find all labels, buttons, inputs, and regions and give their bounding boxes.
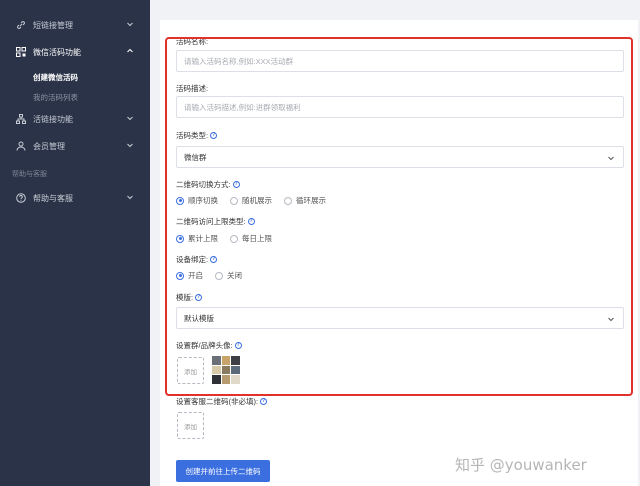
sidebar-item-members[interactable]: 会员管理 xyxy=(0,136,150,156)
radio-dot xyxy=(230,196,238,205)
radio-random[interactable]: 随机展示 xyxy=(230,195,272,206)
device-bind-radio-group: 开启 关闭 xyxy=(176,270,242,281)
sidebar-item-short-links[interactable]: 短链接管理 xyxy=(0,15,150,35)
service-qr-label: 设置客服二维码(非必填):? xyxy=(176,397,268,406)
user-icon xyxy=(15,140,26,151)
avatar-upload-button[interactable]: 添加 xyxy=(177,357,204,384)
device-bind-label: 设备绑定:? xyxy=(176,255,218,264)
chevron-down-icon xyxy=(127,143,133,148)
radio-dot xyxy=(176,196,184,205)
service-qr-upload-button[interactable]: 添加 xyxy=(177,412,204,439)
radio-dot xyxy=(284,196,292,205)
radio-cumulative-limit[interactable]: 累计上限 xyxy=(176,233,218,244)
sidebar-item-label: 帮助与客服 xyxy=(33,194,73,203)
radio-daily-limit[interactable]: 每日上限 xyxy=(230,233,272,244)
top-strip xyxy=(150,0,640,8)
sidebar-item-live-links[interactable]: 活链接功能 xyxy=(0,109,150,129)
avatar-label: 设置群/品牌头像:? xyxy=(176,341,242,350)
sidebar-group-title: 帮助与客服 xyxy=(12,171,47,178)
help-icon[interactable]: ? xyxy=(210,256,218,263)
link-icon xyxy=(15,19,26,30)
question-circle-icon xyxy=(15,192,26,203)
desc-input[interactable]: 请输入活码描述,例如:进群领取福利 xyxy=(176,96,624,118)
sidebar-item-help[interactable]: 帮助与客服 xyxy=(0,188,150,208)
qrcode-icon xyxy=(15,46,26,57)
create-and-upload-button[interactable]: 创建并前往上传二维码 xyxy=(176,460,270,482)
name-input-placeholder: 请输入活码名称,例如:XXX活动群 xyxy=(184,56,294,66)
template-select-value: 默认模版 xyxy=(184,313,214,323)
radio-sequential[interactable]: 顺序切换 xyxy=(176,195,218,206)
help-icon[interactable]: ? xyxy=(247,218,255,225)
sidebar-item-label: 短链接管理 xyxy=(33,21,73,30)
help-icon[interactable]: ? xyxy=(210,132,218,139)
sidebar-item-label: 活链接功能 xyxy=(33,115,73,124)
watermark: 知乎 @youwanker xyxy=(455,456,587,474)
template-label: 模版:? xyxy=(176,293,203,302)
name-input[interactable]: 请输入活码名称,例如:XXX活动群 xyxy=(176,50,624,72)
chevron-down-icon xyxy=(608,156,614,161)
type-select[interactable]: 微信群 xyxy=(176,146,624,168)
chevron-up-icon xyxy=(127,48,133,53)
desc-label: 活码描述: xyxy=(176,84,209,93)
chevron-down-icon xyxy=(127,22,133,27)
chevron-down-icon xyxy=(608,317,614,322)
switch-mode-label: 二维码切换方式:? xyxy=(176,180,240,189)
radio-disable[interactable]: 关闭 xyxy=(215,270,242,281)
sidebar-subitem-create-qrcode[interactable]: 创建微信活码 xyxy=(33,72,78,83)
radio-dot xyxy=(176,234,184,243)
help-icon[interactable]: ? xyxy=(232,181,240,188)
name-label: 活码名称: xyxy=(176,37,209,46)
sidebar: 短链接管理 微信活码功能 创建微信活码 我的活码列表 活链接功能 会员管理 帮助… xyxy=(0,0,150,486)
desc-input-placeholder: 请输入活码描述,例如:进群领取福利 xyxy=(184,102,301,112)
template-select[interactable]: 默认模版 xyxy=(176,307,624,329)
limit-type-radio-group: 累计上限 每日上限 xyxy=(176,233,272,244)
sidebar-item-wechat-qrcode[interactable]: 微信活码功能 xyxy=(0,42,150,62)
chevron-down-icon xyxy=(127,116,133,121)
form-card xyxy=(160,20,638,486)
avatar-thumbnail[interactable] xyxy=(212,356,240,384)
type-select-value: 微信群 xyxy=(184,152,207,162)
sidebar-subitem-my-qrcodes[interactable]: 我的活码列表 xyxy=(33,92,78,103)
radio-dot xyxy=(215,271,223,280)
help-icon[interactable]: ? xyxy=(234,342,242,349)
sidebar-item-label: 会员管理 xyxy=(33,142,65,151)
sidebar-item-label: 微信活码功能 xyxy=(33,48,81,57)
radio-loop[interactable]: 循环展示 xyxy=(284,195,326,206)
switch-mode-radio-group: 顺序切换 随机展示 循环展示 xyxy=(176,195,326,206)
radio-dot xyxy=(176,271,184,280)
radio-dot xyxy=(230,234,238,243)
limit-type-label: 二维码访问上限类型:? xyxy=(176,217,255,226)
radio-enable[interactable]: 开启 xyxy=(176,270,203,281)
chevron-down-icon xyxy=(127,195,133,200)
help-icon[interactable]: ? xyxy=(260,398,268,405)
help-icon[interactable]: ? xyxy=(195,294,203,301)
type-label: 活码类型:? xyxy=(176,131,218,140)
sitemap-icon xyxy=(15,113,26,124)
